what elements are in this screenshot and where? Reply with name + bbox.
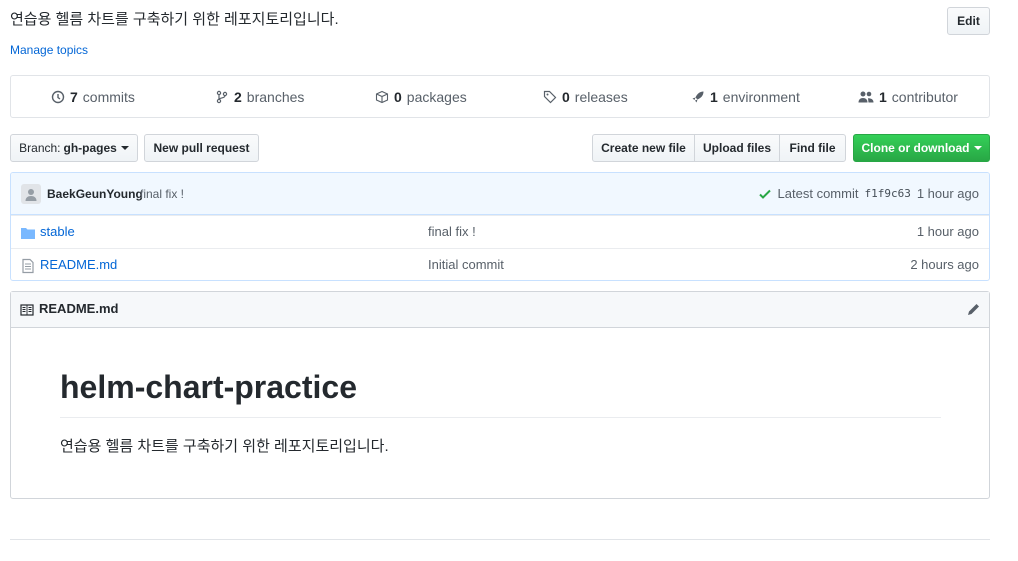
latest-commit-label: Latest commit (777, 186, 859, 201)
file-commit-message[interactable]: final fix ! (428, 224, 476, 239)
file-name[interactable]: stable (40, 224, 75, 239)
file-row[interactable]: stable final fix ! 1 hour ago (11, 215, 989, 248)
user-avatar-icon (25, 189, 37, 201)
tag-icon (543, 90, 557, 104)
commit-message[interactable]: final fix ! (140, 187, 184, 201)
branches-label: branches (246, 89, 305, 105)
pencil-icon[interactable] (965, 302, 981, 318)
readme-panel: README.md helm-chart-practice 연습용 헬름 차트를… (10, 291, 990, 499)
contributors-link[interactable]: 1 contributor (858, 89, 958, 105)
packages-count: 0 (394, 89, 402, 105)
rocket-icon (692, 91, 704, 103)
latest-commit-info: Latest commit f1f9c63 1 hour ago (758, 186, 979, 201)
caret-down-icon (120, 146, 129, 150)
packages-link[interactable]: 0 packages (375, 89, 467, 105)
releases-link[interactable]: 0 releases (543, 89, 628, 105)
manage-topics-link[interactable]: Manage topics (10, 43, 88, 57)
file-icon (22, 258, 34, 274)
branch-select-button[interactable]: Branch: gh-pages (10, 134, 138, 162)
branches-count: 2 (234, 89, 242, 105)
file-name[interactable]: README.md (40, 257, 117, 272)
caret-down-icon (973, 146, 982, 150)
check-icon (758, 189, 771, 199)
readme-filename: README.md (39, 301, 119, 316)
environment-label: environment (722, 89, 800, 105)
avatar[interactable] (21, 184, 41, 204)
find-file-button[interactable]: Find file (779, 134, 846, 162)
upload-files-button[interactable]: Upload files (694, 134, 780, 162)
clone-label: Clone or download (861, 141, 970, 155)
branch-name: gh-pages (63, 141, 117, 155)
commit-age: 1 hour ago (916, 186, 979, 201)
heading-divider (60, 417, 941, 418)
branches-link[interactable]: 2 branches (215, 89, 304, 105)
environment-count: 1 (710, 89, 718, 105)
clone-or-download-button[interactable]: Clone or download (853, 134, 990, 162)
package-icon (375, 90, 389, 104)
file-commit-message[interactable]: Initial commit (428, 257, 504, 272)
footer-divider (10, 539, 990, 540)
commits-count: 7 (70, 89, 78, 105)
new-pull-request-button[interactable]: New pull request (144, 134, 259, 162)
commit-sha[interactable]: f1f9c63 (864, 187, 910, 200)
folder-icon (21, 228, 35, 239)
readme-header: README.md (11, 292, 989, 328)
edit-description-button[interactable]: Edit (947, 7, 990, 35)
commits-link[interactable]: 7 commits (51, 89, 135, 105)
file-row[interactable]: README.md Initial commit 2 hours ago (11, 248, 989, 280)
file-age: 1 hour ago (916, 224, 979, 239)
releases-label: releases (574, 89, 628, 105)
readme-body: 연습용 헬름 차트를 구축하기 위한 레포지토리입니다. (60, 438, 389, 455)
file-age: 2 hours ago (910, 257, 979, 272)
packages-label: packages (406, 89, 467, 105)
history-icon (51, 90, 65, 104)
releases-count: 0 (562, 89, 570, 105)
branch-icon (216, 90, 228, 104)
create-new-file-button[interactable]: Create new file (592, 134, 695, 162)
repo-summary-bar: 7 commits 2 branches 0 packages 0 releas… (10, 75, 990, 118)
commits-label: commits (82, 89, 135, 105)
latest-commit-bar: BaekGeunYoung final fix ! Latest commit … (11, 173, 989, 215)
contributor-count: 1 (879, 89, 887, 105)
environment-link[interactable]: 1 environment (691, 89, 800, 105)
repo-description: 연습용 헬름 차트를 구축하기 위한 레포지토리입니다. (10, 11, 339, 28)
commit-author[interactable]: BaekGeunYoung (47, 187, 143, 201)
contributor-label: contributor (891, 89, 958, 105)
readme-heading: helm-chart-practice (60, 369, 357, 405)
book-icon (20, 304, 34, 316)
branch-prefix: Branch: (19, 141, 61, 155)
file-browser: BaekGeunYoung final fix ! Latest commit … (10, 172, 990, 281)
people-icon (858, 91, 874, 103)
